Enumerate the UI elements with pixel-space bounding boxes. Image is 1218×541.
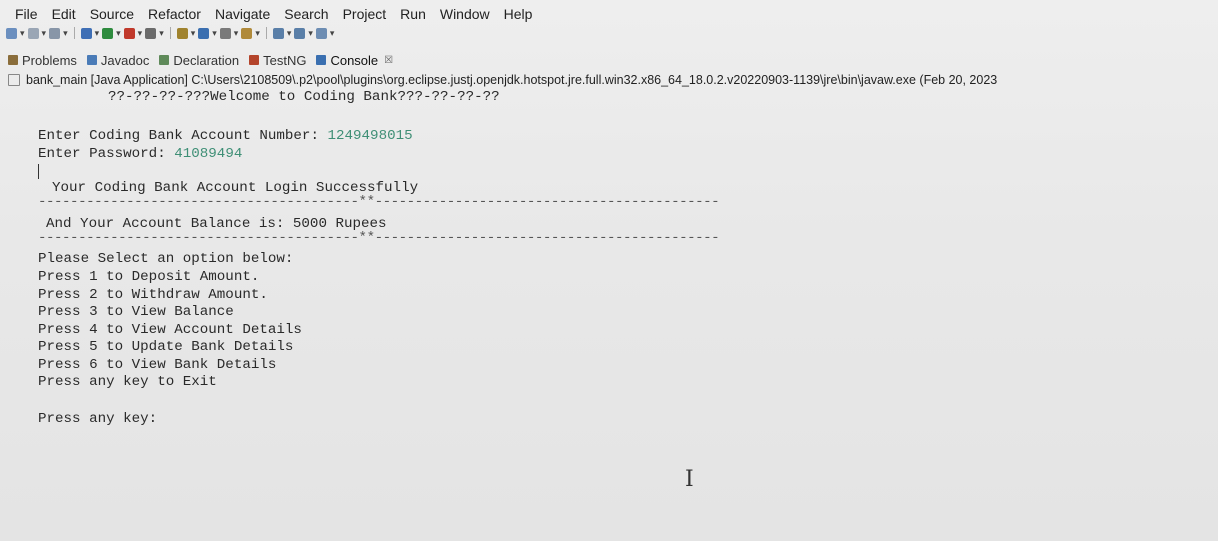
welcome-line: ??-??-??-???Welcome to Coding Bank???-??… [108, 89, 500, 105]
search-icon[interactable] [145, 27, 157, 39]
tab-problems[interactable]: Problems [8, 53, 77, 68]
chevron-down-icon[interactable]: ▾ [212, 28, 217, 39]
password-prompt: Enter Password: [38, 146, 175, 162]
menu-help[interactable]: Help [497, 5, 540, 23]
menu-window[interactable]: Window [433, 5, 497, 23]
tab-label: Declaration [173, 52, 240, 68]
chevron-down-icon[interactable]: ▾ [63, 28, 68, 39]
menu-search[interactable]: Search [277, 5, 335, 23]
menu-refactor[interactable]: Refactor [141, 5, 208, 23]
chevron-down-icon[interactable]: ▾ [308, 28, 313, 39]
divider-line-1: ----------------------------------------… [38, 194, 720, 210]
launch-text: bank_main [Java Application] C:\Users\21… [26, 73, 998, 87]
chevron-down-icon[interactable]: ▾ [138, 28, 143, 39]
toolbar-separator [73, 27, 75, 39]
account-prompt: Enter Coding Bank Account Number: [38, 128, 328, 144]
chevron-down-icon[interactable]: ▾ [234, 28, 239, 39]
tab-label: TestNG [263, 52, 307, 68]
debug-icon[interactable] [80, 27, 92, 39]
package-icon[interactable] [176, 27, 188, 39]
menu-navigate[interactable]: Navigate [208, 5, 277, 23]
menu-edit[interactable]: Edit [45, 5, 83, 23]
option-line: Press 3 to View Balance [38, 304, 234, 320]
chevron-down-icon[interactable]: ▾ [42, 28, 47, 39]
toolbar: ▾ ▾ ▾ ▾ ▾ ▾ ▾ ▾ ▾ ▾ ▾ ▾ ▾ ▾ [6, 25, 334, 41]
tab-label: Javadoc [100, 52, 150, 68]
text-caret [38, 164, 39, 179]
menu-run[interactable]: Run [393, 5, 433, 23]
menu-bar: File Edit Source Refactor Navigate Search Proj… [8, 5, 539, 23]
tab-console[interactable]: Console ☒ [316, 53, 393, 68]
chevron-down-icon[interactable]: ▾ [95, 28, 100, 39]
tab-testng[interactable]: TestNG [249, 53, 306, 68]
close-icon[interactable]: ☒ [384, 55, 393, 66]
toolbar-separator [265, 27, 267, 39]
password-line: Enter Password: 41089494 [38, 146, 242, 162]
task-icon[interactable] [219, 27, 231, 39]
menu-source[interactable]: Source [83, 5, 141, 23]
account-number-value: 1249498015 [327, 128, 413, 144]
javadoc-icon [86, 55, 97, 65]
console-launch-description: bank_main [Java Application] C:\Users\21… [8, 72, 1218, 88]
declaration-icon [159, 55, 170, 65]
run-external-icon[interactable] [123, 27, 135, 39]
nav-forward-icon[interactable] [294, 27, 306, 39]
menu-file[interactable]: File [8, 5, 45, 23]
chevron-down-icon[interactable]: ▾ [159, 28, 164, 39]
divider-line-2: ----------------------------------------… [38, 230, 720, 246]
tab-label: Problems [22, 52, 77, 68]
chevron-down-icon[interactable]: ▾ [287, 28, 292, 39]
account-number-line: Enter Coding Bank Account Number: 124949… [38, 128, 413, 144]
ibeam-cursor-icon: I [685, 467, 694, 492]
chevron-down-icon[interactable]: ▾ [255, 28, 260, 39]
options-header: Please Select an option below: [38, 251, 294, 267]
password-value: 41089494 [174, 146, 243, 162]
option-line: Press 2 to Withdraw Amount. [38, 286, 268, 303]
option-line: Press any key to Exit [38, 374, 217, 390]
save-all-icon[interactable] [49, 27, 61, 39]
option-line: Press 1 to Deposit Amount. [38, 269, 260, 285]
nav-back-icon[interactable] [272, 27, 284, 39]
tab-label: Console [330, 52, 379, 68]
option-line: Press 4 to View Account Details [38, 321, 302, 338]
problems-icon [8, 55, 18, 65]
chevron-down-icon[interactable]: ▾ [20, 28, 25, 39]
input-prompt: Press any key: [38, 411, 158, 427]
annotation-icon[interactable] [241, 27, 253, 39]
option-line: Press 5 to Update Bank Details [38, 339, 294, 355]
chevron-down-icon[interactable]: ▾ [191, 28, 196, 39]
console-icon [316, 55, 327, 65]
open-type-icon[interactable] [198, 27, 210, 39]
chevron-down-icon[interactable]: ▾ [330, 28, 335, 39]
new-window-icon[interactable] [315, 27, 327, 39]
option-line: Press 6 to View Bank Details [38, 356, 277, 373]
console-output[interactable]: ??-??-??-???Welcome to Coding Bank???-??… [38, 89, 1208, 427]
save-icon[interactable] [27, 27, 39, 39]
eclipse-window: File Edit Source Refactor Navigate Search Proj… [0, 0, 1218, 541]
chevron-down-icon[interactable]: ▾ [116, 28, 121, 39]
run-icon[interactable] [102, 27, 114, 39]
menu-project[interactable]: Project [336, 5, 394, 23]
new-icon[interactable] [6, 27, 17, 39]
testng-icon [249, 55, 260, 65]
tab-declaration[interactable]: Declaration [159, 53, 239, 68]
toolbar-separator [169, 27, 171, 39]
view-tabs: Problems Javadoc Declaration TestNG Console ☒ [8, 52, 393, 68]
launch-config-icon [8, 74, 20, 86]
tab-javadoc[interactable]: Javadoc [86, 52, 150, 68]
